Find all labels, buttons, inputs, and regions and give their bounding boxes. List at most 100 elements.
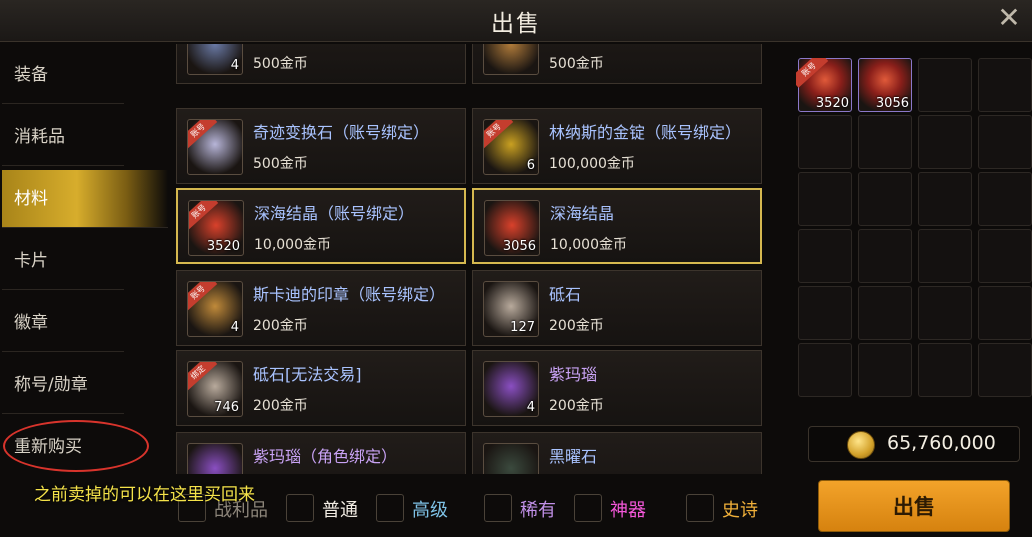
- checkbox[interactable]: [484, 494, 512, 522]
- inventory-slot-empty[interactable]: [798, 229, 852, 283]
- item-price: 10,000金币: [254, 237, 331, 253]
- item-quantity: 4: [230, 58, 239, 73]
- deep-sea-crystal-icon: 3056: [484, 200, 540, 256]
- item-card[interactable]: 黑曜石: [472, 432, 762, 474]
- filter-label: 稀有: [520, 500, 556, 521]
- crystal-icon: 账号: [187, 119, 243, 175]
- sidebar-item-consumables[interactable]: 消耗品: [2, 108, 124, 166]
- gold-coin-icon: [847, 431, 875, 459]
- checkbox[interactable]: [376, 494, 404, 522]
- inventory-slot-filled[interactable]: 3056: [858, 58, 912, 112]
- sidebar-item-label: 徽章: [14, 313, 48, 333]
- close-icon[interactable]: ✕: [994, 4, 1024, 34]
- inventory-slot-empty[interactable]: [918, 172, 972, 226]
- item-price: 10,000金币: [550, 237, 627, 253]
- inventory-slot-empty[interactable]: [798, 115, 852, 169]
- sidebar-item-emblems[interactable]: 徽章: [2, 294, 124, 352]
- item-card[interactable]: 4 500金币: [176, 44, 466, 84]
- item-quantity: 3520: [206, 239, 240, 254]
- item-name: 砥石[无法交易]: [253, 365, 362, 384]
- item-price: 500金币: [253, 56, 308, 72]
- inventory-slot-filled[interactable]: 账号 3520: [796, 58, 852, 112]
- inventory-slot-empty[interactable]: [798, 172, 852, 226]
- sidebar-item-label: 装备: [14, 65, 48, 85]
- sidebar-item-label: 消耗品: [14, 127, 65, 147]
- filter-label: 高级: [412, 500, 448, 521]
- whetstone-icon: 127: [483, 281, 539, 337]
- sidebar-item-label: 重新购买: [14, 437, 82, 457]
- inventory-slot-empty[interactable]: [978, 58, 1032, 112]
- item-card[interactable]: 500金币: [472, 44, 762, 84]
- inventory-slot-empty[interactable]: [858, 115, 912, 169]
- item-quantity: 127: [510, 320, 535, 335]
- checkbox[interactable]: [574, 494, 602, 522]
- item-quantity: 4: [230, 320, 239, 335]
- inventory-slot-empty[interactable]: [978, 115, 1032, 169]
- inventory-slot-empty[interactable]: [918, 115, 972, 169]
- item-price: 200金币: [253, 398, 308, 414]
- purple-agate-icon: 4: [483, 361, 539, 417]
- inventory-slot-empty[interactable]: [918, 58, 972, 112]
- bind-tag: 绑定: [188, 362, 218, 391]
- inventory-slot-empty[interactable]: [978, 172, 1032, 226]
- category-sidebar: 装备 消耗品 材料 卡片 徽章 称号/勋章 重新购买: [0, 44, 168, 474]
- item-quantity: 3056: [502, 239, 536, 254]
- item-name: 奇迹变换石（账号绑定）: [253, 123, 430, 142]
- sell-inventory: 账号 3520 3056: [796, 58, 1032, 416]
- item-name: 紫玛瑙: [549, 365, 598, 384]
- item-price: 100,000金币: [549, 156, 635, 172]
- inventory-slot-empty[interactable]: [978, 286, 1032, 340]
- title-bar: 出售 ✕: [0, 0, 1032, 42]
- item-price: 200金币: [253, 318, 308, 334]
- device-icon: 4: [187, 44, 243, 75]
- item-quantity: 4: [526, 400, 535, 415]
- item-name: 深海结晶: [550, 204, 615, 223]
- inventory-slot-empty[interactable]: [858, 286, 912, 340]
- sidebar-item-label: 材料: [14, 189, 48, 209]
- item-card[interactable]: 账号 奇迹变换石（账号绑定） 500金币: [176, 108, 466, 184]
- inventory-slot-empty[interactable]: [798, 343, 852, 397]
- item-quantity: 3520: [815, 96, 849, 111]
- gold-ingot-icon: 账号 6: [483, 119, 539, 175]
- item-card[interactable]: 账号 3520 深海结晶（账号绑定） 10,000金币: [176, 188, 466, 264]
- item-price: 200金币: [549, 398, 604, 414]
- item-card[interactable]: 紫玛瑙（角色绑定）: [176, 432, 466, 474]
- obsidian-icon: [483, 443, 539, 474]
- sidebar-item-cards[interactable]: 卡片: [2, 232, 124, 290]
- item-card[interactable]: 127 砥石 200金币: [472, 270, 762, 346]
- inventory-slot-empty[interactable]: [918, 343, 972, 397]
- item-name: 深海结晶（账号绑定）: [254, 204, 415, 223]
- deep-sea-crystal-icon: 账号 3520: [188, 200, 244, 256]
- item-price: 200金币: [549, 318, 604, 334]
- inventory-slot-empty[interactable]: [918, 286, 972, 340]
- filter-label: 普通: [322, 500, 358, 521]
- inventory-slot-empty[interactable]: [978, 343, 1032, 397]
- inventory-slot-empty[interactable]: [978, 229, 1032, 283]
- inventory-slot-empty[interactable]: [918, 229, 972, 283]
- item-card[interactable]: 账号 4 斯卡迪的印章（账号绑定） 200金币: [176, 270, 466, 346]
- inventory-slot-empty[interactable]: [858, 343, 912, 397]
- window-title: 出售: [491, 11, 541, 37]
- bind-tag: 账号: [188, 282, 218, 311]
- item-quantity: 6: [526, 158, 535, 173]
- cookie-icon: [483, 44, 539, 75]
- sell-button[interactable]: 出售: [818, 480, 1010, 532]
- checkbox[interactable]: [286, 494, 314, 522]
- item-name: 紫玛瑙（角色绑定）: [253, 447, 398, 466]
- sidebar-item-titles[interactable]: 称号/勋章: [2, 356, 124, 414]
- inventory-slot-empty[interactable]: [798, 286, 852, 340]
- sidebar-item-label: 称号/勋章: [14, 375, 88, 395]
- sidebar-item-equipment[interactable]: 装备: [2, 46, 124, 104]
- filter-label: 神器: [610, 500, 646, 521]
- gold-balance: 65,760,000: [808, 426, 1020, 462]
- inventory-slot-empty[interactable]: [858, 229, 912, 283]
- sidebar-item-materials[interactable]: 材料: [2, 170, 168, 228]
- item-card[interactable]: 3056 深海结晶 10,000金币: [472, 188, 762, 264]
- item-card[interactable]: 账号 6 林纳斯的金锭（账号绑定） 100,000金币: [472, 108, 762, 184]
- item-price: 500金币: [549, 56, 604, 72]
- item-card[interactable]: 绑定 746 砥石[无法交易] 200金币: [176, 350, 466, 426]
- sidebar-item-rebuy[interactable]: 重新购买: [2, 418, 124, 476]
- checkbox[interactable]: [686, 494, 714, 522]
- item-card[interactable]: 4 紫玛瑙 200金币: [472, 350, 762, 426]
- inventory-slot-empty[interactable]: [858, 172, 912, 226]
